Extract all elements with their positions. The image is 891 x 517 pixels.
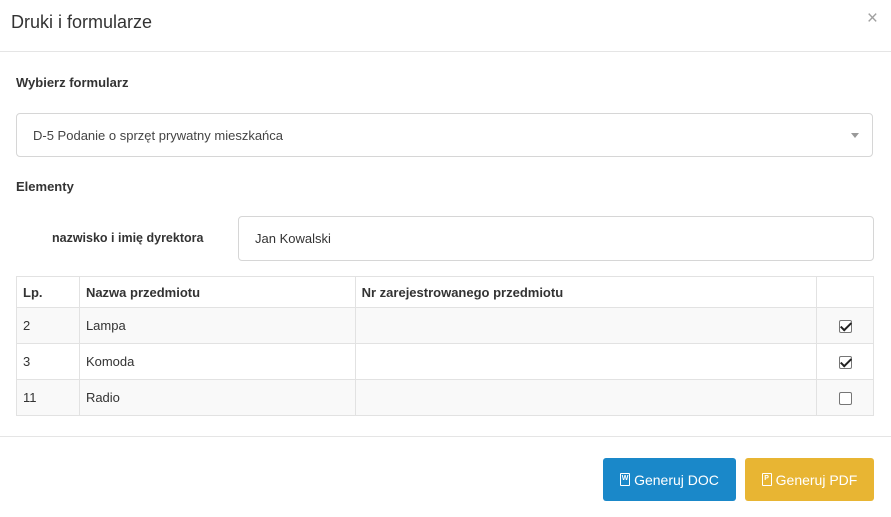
modal-dialog: Druki i formularze × Wybierz formularz D… bbox=[0, 0, 891, 517]
cell-name: Lampa bbox=[78, 307, 356, 344]
cell-lp: 2 bbox=[16, 307, 80, 344]
table-row: 2 Lampa bbox=[16, 307, 874, 344]
cell-name: Komoda bbox=[78, 343, 356, 380]
row-checkbox[interactable] bbox=[838, 356, 852, 370]
file-pdf-icon: P bbox=[761, 473, 772, 486]
row-checkbox[interactable] bbox=[838, 320, 852, 334]
generate-doc-button[interactable]: W Generuj DOC bbox=[603, 458, 736, 501]
column-header-lp: Lp. bbox=[16, 276, 80, 308]
cell-nr bbox=[354, 379, 818, 416]
table-row: 11 Radio bbox=[16, 379, 874, 416]
form-select-label: Wybierz formularz bbox=[16, 75, 129, 90]
form-select-value: D-5 Podanie o sprzęt prywatny mieszkańca bbox=[33, 128, 284, 143]
form-select[interactable]: D-5 Podanie o sprzęt prywatny mieszkańca bbox=[16, 113, 873, 157]
table-header-row: Lp. Nazwa przedmiotu Nr zarejestrowanego… bbox=[16, 276, 874, 308]
cell-lp: 3 bbox=[16, 343, 80, 380]
cell-lp: 11 bbox=[16, 379, 80, 416]
director-name-label: nazwisko i imię dyrektora bbox=[52, 231, 204, 245]
cell-select bbox=[816, 379, 874, 416]
modal-title: Druki i formularze bbox=[11, 12, 153, 32]
table-row: 3 Komoda bbox=[16, 343, 874, 380]
items-table: Lp. Nazwa przedmiotu Nr zarejestrowanego… bbox=[16, 276, 874, 416]
elements-label: Elementy bbox=[16, 179, 74, 194]
cell-select bbox=[816, 307, 874, 344]
cell-nr bbox=[354, 343, 818, 380]
close-icon[interactable]: × bbox=[867, 9, 878, 28]
modal-footer: W Generuj DOC P Generuj PDF bbox=[0, 436, 891, 517]
column-header-name: Nazwa przedmiotu bbox=[78, 276, 356, 308]
chevron-down-icon bbox=[851, 133, 859, 138]
column-header-select bbox=[816, 276, 874, 308]
file-word-icon: W bbox=[620, 473, 631, 486]
cell-name: Radio bbox=[78, 379, 356, 416]
row-checkbox[interactable] bbox=[838, 392, 852, 406]
column-header-nr: Nr zarejestrowanego przedmiotu bbox=[354, 276, 818, 308]
cell-nr bbox=[354, 307, 818, 344]
generate-doc-label: Generuj DOC bbox=[634, 471, 719, 488]
generate-pdf-button[interactable]: P Generuj PDF bbox=[745, 458, 874, 501]
director-name-input[interactable] bbox=[238, 216, 874, 261]
cell-select bbox=[816, 343, 874, 380]
modal-header: Druki i formularze × bbox=[0, 0, 891, 52]
generate-pdf-label: Generuj PDF bbox=[775, 471, 858, 488]
